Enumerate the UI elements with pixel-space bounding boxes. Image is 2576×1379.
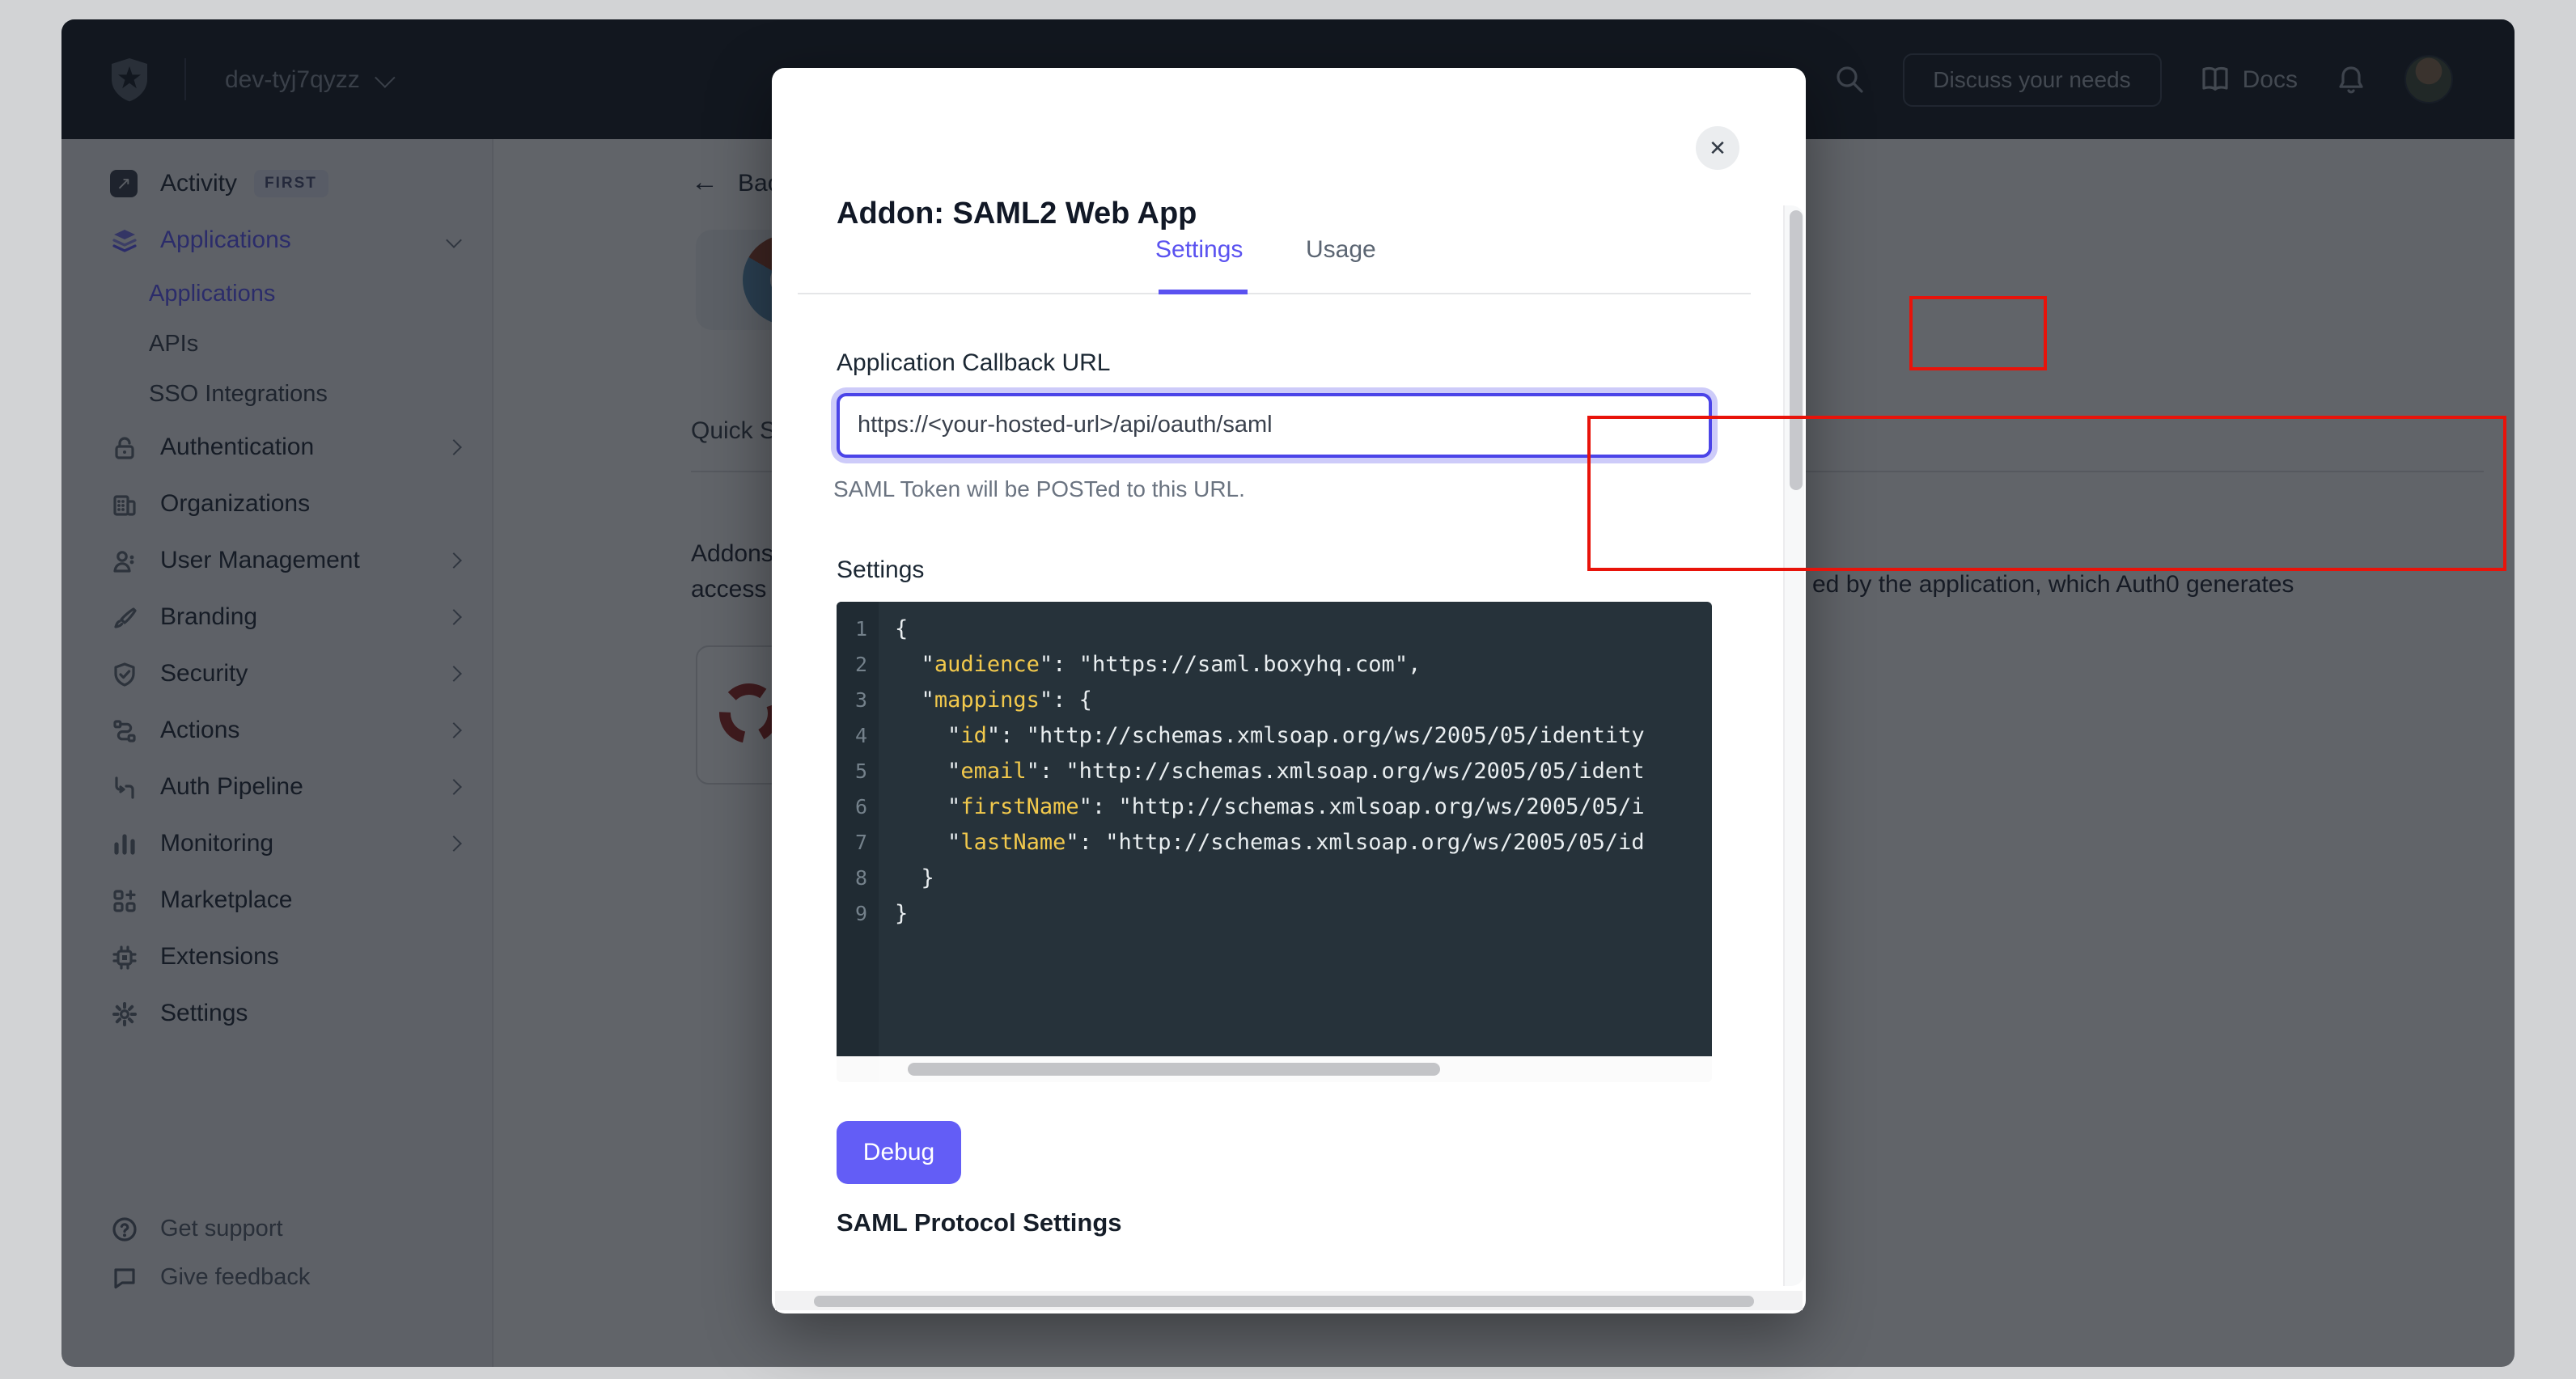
line-number: 9: [837, 896, 879, 932]
saml-protocol-settings-heading: SAML Protocol Settings: [837, 1210, 1122, 1239]
line-number: 7: [837, 825, 879, 861]
annotation-box-settings-tab: [1909, 296, 2047, 370]
code-line: "id": "http://schemas.xmlsoap.org/ws/200…: [895, 718, 1712, 754]
settings-section-label: Settings: [837, 556, 924, 584]
annotation-box-callback-url: [1587, 416, 2506, 571]
callback-url-label: Application Callback URL: [837, 349, 1111, 377]
code-editor-surface: 123456789 { "audience": "https://saml.bo…: [837, 602, 1712, 1056]
code-line: "firstName": "http://schemas.xmlsoap.org…: [895, 789, 1712, 825]
active-tab-underline: [1159, 290, 1248, 294]
code-line: "email": "http://schemas.xmlsoap.org/ws/…: [895, 754, 1712, 789]
callback-url-helper: SAML Token will be POSTed to this URL.: [833, 476, 1245, 501]
line-number: 1: [837, 611, 879, 647]
modal-title: Addon: SAML2 Web App: [837, 197, 1197, 233]
code-area: { "audience": "https://saml.boxyhq.com",…: [879, 602, 1712, 1056]
code-line: }: [895, 861, 1712, 896]
line-number: 8: [837, 861, 879, 896]
debug-button[interactable]: Debug: [837, 1121, 961, 1184]
line-number: 5: [837, 754, 879, 789]
tab-usage[interactable]: Usage: [1306, 236, 1376, 264]
callback-url-input[interactable]: [837, 393, 1712, 458]
addon-saml2-modal: Addon: SAML2 Web App ✕ Settings Usage Ap…: [772, 68, 1806, 1313]
line-number: 6: [837, 789, 879, 825]
line-number: 3: [837, 683, 879, 718]
screenshot-root: dev-tyj7qyzz Discuss your needs Docs: [0, 0, 2576, 1379]
modal-vertical-scrollbar[interactable]: [1783, 205, 1804, 1286]
line-number: 2: [837, 647, 879, 683]
code-line: {: [895, 611, 1712, 647]
settings-json-editor[interactable]: 123456789 { "audience": "https://saml.bo…: [837, 602, 1712, 1082]
code-line: "audience": "https://saml.boxyhq.com",: [895, 647, 1712, 683]
modal-horizontal-scrollbar[interactable]: [775, 1291, 1803, 1310]
editor-horizontal-scrollbar[interactable]: [879, 1056, 1712, 1082]
modal-horizontal-scrollbar-thumb[interactable]: [814, 1295, 1754, 1306]
line-number: 4: [837, 718, 879, 754]
line-number-gutter: 123456789: [837, 602, 879, 1056]
tabs-divider: [798, 293, 1751, 294]
code-line: "mappings": {: [895, 683, 1712, 718]
code-line: }: [895, 896, 1712, 932]
code-line: "lastName": "http://schemas.xmlsoap.org/…: [895, 825, 1712, 861]
editor-scrollbar-thumb[interactable]: [908, 1063, 1440, 1076]
close-icon[interactable]: ✕: [1696, 126, 1739, 170]
tab-settings[interactable]: Settings: [1155, 236, 1243, 264]
